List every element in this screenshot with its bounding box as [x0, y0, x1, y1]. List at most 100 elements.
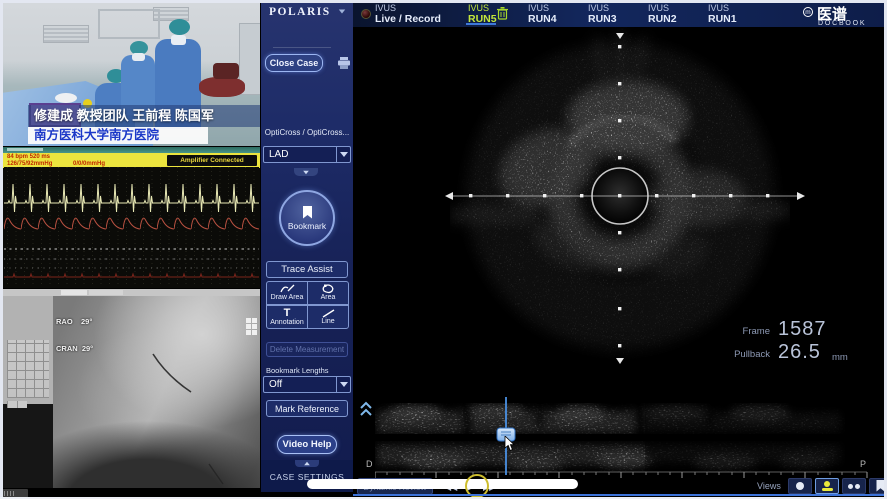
tab-run4-line2: RUN4 [528, 13, 557, 25]
line-button[interactable]: Line [307, 305, 349, 329]
longitudinal-ivus-strip [375, 403, 845, 473]
grid-cell [246, 330, 251, 335]
line-label: Line [321, 318, 334, 326]
record-dot-icon [361, 9, 371, 19]
angio-titlebar [3, 289, 260, 296]
mark-reference-button[interactable]: Mark Reference [266, 400, 348, 417]
taskbar-icon-glyph [4, 491, 14, 496]
tab-run4[interactable]: IVUS RUN4 [528, 3, 557, 25]
divider [273, 47, 331, 48]
app-title[interactable]: POLARIS [269, 6, 346, 18]
angio-tab[interactable] [89, 290, 123, 295]
ivus-window-bottom-line [353, 494, 887, 496]
tab-run1-line2: RUN1 [708, 13, 737, 25]
angio-tool-grid[interactable] [7, 340, 49, 398]
vitals-banner: 84 bpm 520 ms 126/75/92mmHg 0/0/0mmHg Am… [3, 153, 260, 168]
collapse-strip-icon[interactable] [360, 401, 372, 417]
pullback-value: 26.5 [778, 341, 821, 364]
screen-border-top [0, 0, 887, 3]
round-dish [55, 93, 77, 103]
amplifier-status-box: Amplifier Connected [167, 155, 257, 166]
views-label: Views [757, 481, 781, 491]
angio-tab[interactable] [61, 290, 87, 295]
person-view-icon-base [822, 488, 833, 491]
control-panel: POLARIS Close Case OptiCross / OptiCross… [261, 0, 353, 492]
area-icon [321, 284, 335, 294]
angio-view: RAO 29° CRAN 29° [3, 289, 260, 488]
annotation-highlight-bar [307, 479, 578, 489]
tab-run2-line2: RUN2 [648, 13, 677, 25]
tab-run3-line1: IVUS [588, 3, 617, 13]
logo-sub: DOCBOOK [818, 20, 866, 27]
frame-value: 1587 [778, 318, 827, 341]
single-view-icon [796, 482, 804, 490]
tab-live-record[interactable]: IVUS Live / Record [361, 3, 441, 25]
tab-run5-line1: IVUS [468, 3, 497, 13]
grid-cell [246, 324, 251, 329]
angio-toolbar-panel [3, 296, 53, 404]
view-current-button[interactable] [815, 478, 839, 494]
circle-m-icon: m [803, 7, 813, 17]
frame-label: Frame [725, 326, 770, 337]
angio-tool-row[interactable] [7, 401, 27, 408]
vessel-select[interactable]: LAD [263, 146, 351, 163]
tab-run4-line1: IVUS [528, 3, 557, 13]
delete-measurement-button[interactable]: Delete Measurement [266, 342, 348, 357]
ivus-cross-section-image [450, 26, 790, 366]
distal-label: D [366, 459, 373, 469]
annotation-label: Annotation [270, 319, 303, 327]
grid-cell [252, 324, 257, 329]
tab-run3[interactable]: IVUS RUN3 [588, 3, 617, 25]
view-single-button[interactable] [788, 478, 812, 494]
chevron-down-icon [336, 377, 350, 392]
tab-run1-line1: IVUS [708, 3, 737, 13]
line-icon [322, 309, 335, 318]
tab-run2[interactable]: IVUS RUN2 [648, 3, 677, 25]
annotation-button[interactable]: T Annotation [266, 305, 308, 329]
tab-run2-line1: IVUS [648, 3, 677, 13]
chevron-down-icon [339, 10, 345, 14]
video-help-label: Video Help [283, 439, 332, 450]
bookmark-button[interactable]: Bookmark [279, 190, 335, 246]
face-mask [132, 53, 145, 61]
draw-area-label: Draw Area [271, 294, 304, 302]
screen-border-left [0, 0, 3, 499]
mark-reference-label: Mark Reference [275, 404, 339, 414]
vitals-hr: 84 bpm 520 ms [7, 154, 50, 161]
close-case-button[interactable]: Close Case [265, 54, 323, 72]
trace-assist-button[interactable]: Trace Assist [266, 261, 348, 278]
mouse-cursor [504, 436, 516, 452]
amplifier-status: Amplifier Connected [180, 157, 244, 164]
bookmark-label: Bookmark [288, 221, 326, 231]
tab-run1[interactable]: IVUS RUN1 [708, 3, 737, 25]
surgical-cap [169, 19, 190, 35]
projection-rao: RAO 29° [56, 317, 93, 326]
projection-angles: RAO 29° CRAN 29° [56, 299, 93, 371]
vessel-select-value: LAD [264, 147, 336, 162]
case-settings-tab[interactable] [295, 460, 319, 467]
app-title-text: POLARIS [269, 6, 331, 18]
bookmark-lengths-value: Off [264, 377, 336, 392]
pullback-unit: mm [832, 352, 850, 363]
area-button[interactable]: Area [307, 281, 349, 305]
equipment [213, 63, 239, 79]
printer-icon[interactable] [337, 57, 351, 70]
catheter-label: OptiCross / OptiCross... [263, 128, 351, 137]
draw-area-button[interactable]: Draw Area [266, 281, 308, 305]
titlebar-text-blur [7, 148, 43, 151]
chevron-down-icon [303, 170, 309, 174]
bookmark-lengths-select[interactable]: Off [263, 376, 351, 393]
trash-icon[interactable] [497, 7, 508, 20]
view-dual-button[interactable] [842, 478, 866, 494]
video-help-button[interactable]: Video Help [277, 435, 337, 454]
polaris-ivus-screen: 修建成 教授团队 王前程 陈国军 南方医科大学南方医院 84 bpm 520 m… [0, 0, 887, 499]
panel-collapse-tab[interactable] [294, 168, 318, 176]
bookmark-lengths-label: Bookmark Lengths [266, 366, 329, 375]
layout-grid-icon[interactable] [246, 318, 259, 336]
steel-cart [98, 9, 160, 39]
equipment [199, 77, 245, 97]
person-view-icon [824, 481, 830, 487]
or-camera-feed: 修建成 教授团队 王前程 陈国军 南方医科大学南方医院 [3, 3, 260, 146]
xray-image: RAO 29° CRAN 29° [53, 296, 260, 488]
tab-run5[interactable]: IVUS RUN5 [468, 3, 497, 25]
